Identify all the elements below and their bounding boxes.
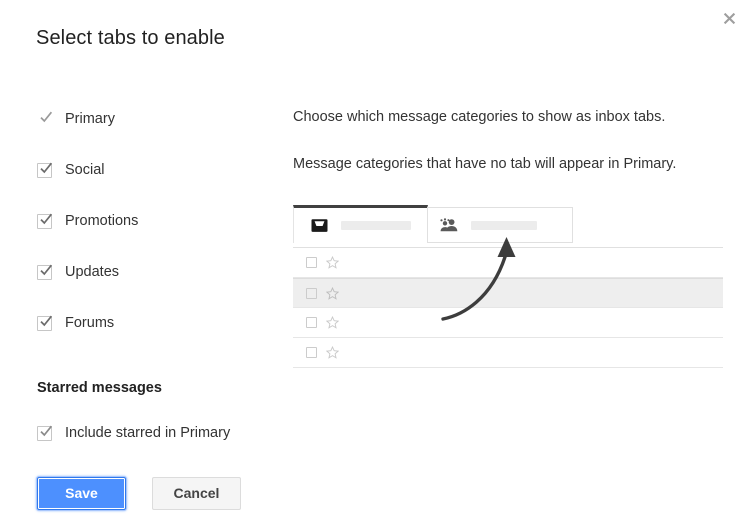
checkbox-social[interactable] [37,161,53,178]
star-icon [325,286,339,300]
cancel-button[interactable]: Cancel [152,477,241,510]
close-icon[interactable] [717,8,741,32]
description-line-1: Choose which message categories to show … [293,109,666,125]
star-icon [325,256,339,270]
preview-tab-social [427,207,573,243]
checkbox-row-social[interactable]: Social [37,159,277,181]
checkmark-icon [39,212,53,226]
checkbox-include-starred[interactable] [37,424,53,441]
save-button[interactable]: Save [36,476,127,511]
checkbox-primary [37,110,53,127]
checkmark-icon [39,314,53,328]
checkbox-row-forums[interactable]: Forums [37,312,277,334]
checkbox-row-updates[interactable]: Updates [37,261,277,283]
tabs-checkbox-list: Primary Social Promotions Updates Forums [37,108,277,334]
checkmark-icon [39,161,53,175]
checkbox-forums[interactable] [37,314,53,331]
star-icon [325,316,339,330]
preview-row-checkbox [306,317,317,328]
checkbox-row-primary[interactable]: Primary [37,108,277,130]
checkbox-promotions[interactable] [37,212,53,229]
inbox-icon [310,217,328,235]
starred-messages-section: Starred messages Include starred in Prim… [37,380,337,444]
preview-row-checkbox [306,287,317,299]
checkbox-label-updates: Updates [65,264,120,280]
description-line-2: Message categories that have no tab will… [293,155,677,172]
checkbox-label-promotions: Promotions [65,213,139,229]
inbox-tabs-preview [293,205,723,390]
preview-tab-label-placeholder [341,221,411,230]
description-panel: Choose which message categories to show … [293,108,733,174]
preview-tabstrip [293,205,573,243]
starred-messages-heading: Starred messages [37,380,162,396]
preview-message-list [293,247,723,390]
checkbox-label-include-starred: Include starred in Primary [65,425,231,441]
checkbox-label-social: Social [65,162,105,178]
preview-tab-label-placeholder [471,220,537,230]
preview-row-checkbox [306,347,317,358]
preview-list-tail [293,368,723,390]
preview-list-item [293,278,723,308]
preview-list-item [293,308,723,338]
checkmark-icon [39,424,53,438]
checkbox-updates[interactable] [37,263,53,280]
preview-tab-primary [293,205,428,243]
select-tabs-dialog: Select tabs to enable Primary Social Pro… [0,0,751,530]
dialog-action-bar: Save Cancel [36,476,241,511]
checkbox-label-forums: Forums [65,315,115,331]
people-icon [440,216,458,234]
checkmark-icon [39,110,53,124]
checkbox-row-include-starred[interactable]: Include starred in Primary [37,422,337,444]
checkmark-icon [39,263,53,277]
page-title: Select tabs to enable [36,27,225,49]
checkbox-label-primary: Primary [65,111,115,127]
preview-list-item [293,338,723,368]
preview-row-checkbox [306,257,317,268]
star-icon [325,346,339,360]
checkbox-row-promotions[interactable]: Promotions [37,210,277,232]
preview-list-item [293,248,723,278]
